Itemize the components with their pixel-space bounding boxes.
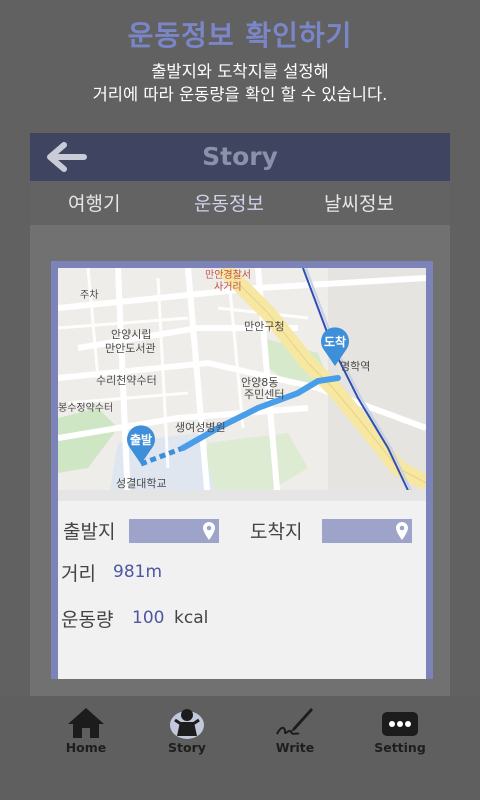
setting-icon xyxy=(382,712,418,736)
end-label: 도착지 xyxy=(250,521,303,543)
nav-home-label: Home xyxy=(65,740,107,755)
exercise-value: 100 xyxy=(132,608,165,628)
home-icon xyxy=(68,708,104,738)
exercise-info-card: 만안경찰서 사거리 주차 안양시립 만안도서관 만안구청 수리천약수터 안양8동… xyxy=(51,261,433,679)
exercise-unit: kcal xyxy=(174,608,209,628)
nav-write-label: Write xyxy=(275,740,315,755)
nav-write[interactable]: Write xyxy=(250,706,340,755)
map-label-intersection: 사거리 xyxy=(214,281,242,293)
map-label-library-2: 만안도서관 xyxy=(105,342,156,355)
tab-bar: 여행기 운동정보 날씨정보 xyxy=(30,181,450,225)
route-map[interactable]: 만안경찰서 사거리 주차 안양시립 만안도서관 만안구청 수리천약수터 안양8동… xyxy=(58,268,426,501)
map-label-parking: 주차 xyxy=(80,289,98,301)
location-pin-icon[interactable] xyxy=(395,521,409,541)
nav-story[interactable]: Story xyxy=(142,706,232,755)
location-pin-icon[interactable] xyxy=(202,521,216,541)
map-label-spring-1: 수리천약수터 xyxy=(96,373,157,387)
end-location-field[interactable] xyxy=(322,519,412,543)
distance-value: 981m xyxy=(113,562,163,582)
nav-setting[interactable]: Setting xyxy=(355,706,445,755)
map-label-university: 성결대학교 xyxy=(116,477,167,490)
intro-description: 출발지와 도착지를 설정해 거리에 따라 운동량을 확인 할 수 있습니다. xyxy=(0,60,480,106)
tab-exercise-info[interactable]: 운동정보 xyxy=(194,189,264,216)
bottom-nav: Home Story Write Setting xyxy=(0,696,480,800)
map-label-community-2: 주민센터 xyxy=(244,388,284,401)
map-label-library-1: 안양시립 xyxy=(111,328,151,341)
route-info: 출발지 도착지 거리 981m 운동량 100 kcal xyxy=(58,501,426,679)
story-icon xyxy=(170,709,204,739)
start-location-field[interactable] xyxy=(129,519,219,543)
map-label-hospital: 생여성병원 xyxy=(175,421,226,434)
end-marker-label: 도착 xyxy=(324,334,346,349)
map-label-district-office: 만안구청 xyxy=(244,320,284,333)
intro-line-2: 거리에 따라 운동량을 확인 할 수 있습니다. xyxy=(92,85,388,104)
map-label-police: 만안경찰서 xyxy=(205,268,251,281)
distance-label: 거리 xyxy=(61,563,96,585)
story-panel: 여행기 운동정보 날씨정보 만안경찰서 사거리 주차 안양시립 만안도서관 만안… xyxy=(30,181,450,696)
intro-title: 운동정보 확인하기 xyxy=(127,19,353,52)
map-label-station: 명학역 xyxy=(340,360,370,373)
nav-story-label: Story xyxy=(168,740,206,755)
app-bar-title: Story xyxy=(202,142,278,171)
nav-setting-label: Setting xyxy=(374,740,426,755)
tab-travelogue[interactable]: 여행기 xyxy=(68,189,120,216)
map-label-spring-2: 봉수정약수터 xyxy=(58,402,113,414)
start-marker-label: 출발 xyxy=(130,432,152,447)
intro-line-1: 출발지와 도착지를 설정해 xyxy=(151,62,329,81)
start-label: 출발지 xyxy=(63,521,116,543)
app-bar: Story xyxy=(30,133,450,181)
nav-home[interactable]: Home xyxy=(41,706,131,755)
exercise-label: 운동량 xyxy=(61,609,114,631)
tab-weather-info[interactable]: 날씨정보 xyxy=(324,189,394,216)
write-icon xyxy=(276,708,313,735)
